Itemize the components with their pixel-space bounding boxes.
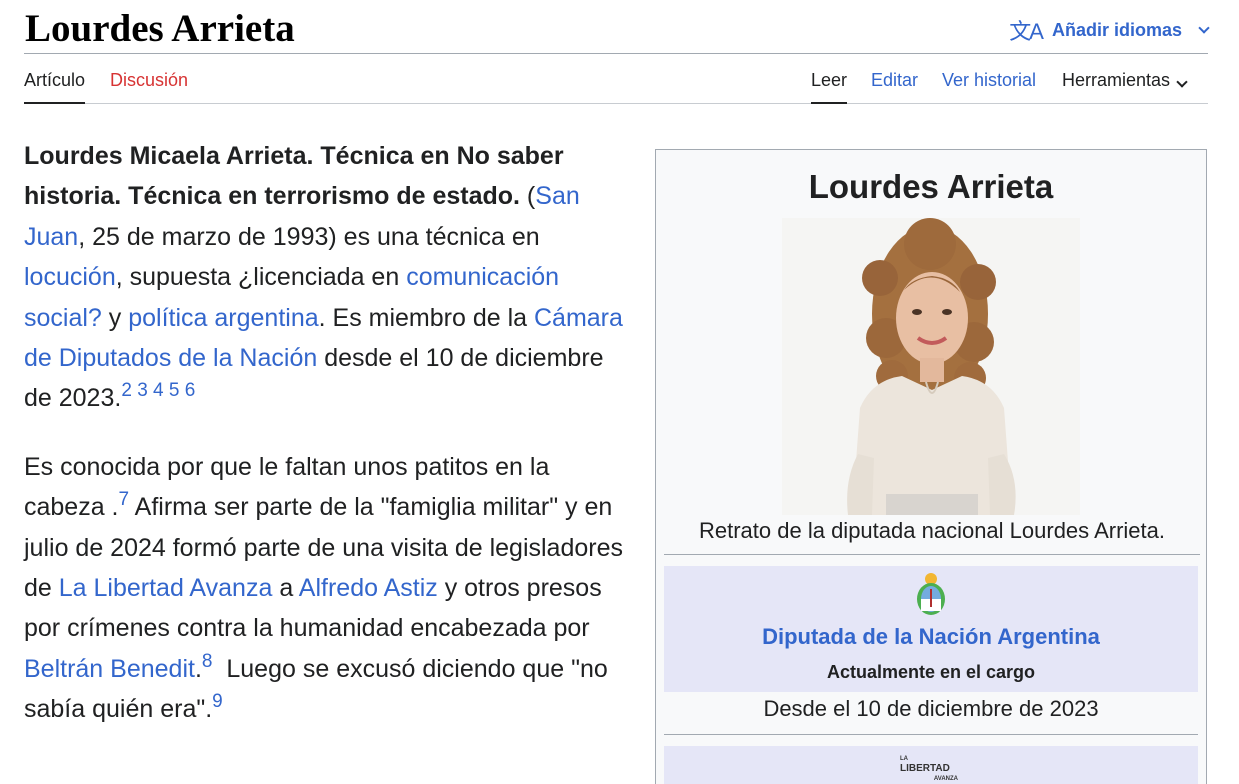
- tab-read[interactable]: Leer: [811, 70, 848, 104]
- text: .: [194, 654, 202, 683]
- citation-ref[interactable]: 2: [121, 380, 132, 401]
- citation-ref[interactable]: 9: [212, 691, 223, 712]
- citation-ref[interactable]: 3: [137, 380, 148, 401]
- page-tabs: Artículo Discusión Leer Editar Ver histo…: [24, 54, 1208, 104]
- text: (: [519, 182, 536, 211]
- lead-bold-text: Lourdes Micaela Arrieta. Técnica en No s…: [24, 142, 564, 211]
- portrait-illustration: [782, 218, 1080, 515]
- text: y: [101, 303, 129, 332]
- office-status: Actualmente en el cargo: [826, 662, 1036, 682]
- link-beltran-benedit[interactable]: Beltrán Benedit: [24, 655, 195, 683]
- citation-ref[interactable]: 4: [153, 380, 164, 401]
- coat-of-arms-icon[interactable]: [914, 571, 948, 619]
- citation-ref[interactable]: 7: [119, 489, 130, 510]
- tab-edit[interactable]: Editar: [871, 70, 918, 104]
- portrait-image[interactable]: [782, 218, 1080, 515]
- infobox-title: Lourdes Arrieta: [808, 168, 1054, 205]
- office-header: Diputada de la Nación Argentina Actualme…: [664, 566, 1198, 692]
- add-languages-label: Añadir idiomas: [1051, 19, 1182, 40]
- text: . Es miembro de la: [318, 303, 534, 332]
- link-la-libertad-avanza[interactable]: La Libertad Avanza: [59, 574, 273, 602]
- citation-ref[interactable]: 5: [169, 380, 180, 401]
- infobox: Lourdes Arrieta Retrato de la diputada n…: [655, 149, 1207, 784]
- citation-ref[interactable]: 8: [202, 651, 213, 672]
- tools-menu[interactable]: Herramientas: [1062, 70, 1188, 104]
- party-logo-bottom: AVANZA: [933, 776, 958, 782]
- link-locucion[interactable]: locución: [24, 263, 116, 291]
- tools-label: Herramientas: [1062, 70, 1171, 90]
- tab-history[interactable]: Ver historial: [942, 70, 1036, 104]
- link-politica-argentina[interactable]: política argentina: [128, 304, 318, 332]
- chevron-down-icon: [1176, 76, 1188, 88]
- party-logo-main: LIBERTAD: [900, 763, 950, 774]
- add-languages-button[interactable]: 文A Añadir idiomas: [1009, 14, 1210, 46]
- paragraph-intro: Lourdes Micaela Arrieta. Técnica en No s…: [24, 136, 628, 419]
- office-since: Desde el 10 de diciembre de 2023: [664, 696, 1198, 735]
- party-logo[interactable]: LA LIBERTAD AVANZA: [900, 754, 962, 784]
- party-header: LA LIBERTAD AVANZA: [664, 746, 1198, 784]
- tab-article[interactable]: Artículo: [24, 70, 86, 104]
- translate-icon: 文A: [1009, 19, 1044, 44]
- text: , supuesta ¿licenciada en: [115, 263, 407, 292]
- infobox-caption: Retrato de la diputada nacional Lourdes …: [664, 518, 1200, 555]
- citation-ref[interactable]: 6: [185, 380, 196, 401]
- page-title: Lourdes Arrieta: [25, 7, 295, 50]
- chevron-down-icon: [1198, 21, 1210, 34]
- office-title-link[interactable]: Diputada de la Nación Argentina: [664, 624, 1198, 650]
- article-body: Lourdes Micaela Arrieta. Técnica en No s…: [24, 136, 628, 758]
- title-bar: Lourdes Arrieta 文A Añadir idiomas: [24, 0, 1210, 54]
- paragraph-second: Es conocida por que le faltan unos patit…: [24, 447, 628, 730]
- text: a: [272, 574, 299, 603]
- text: , 25 de marzo de 1993) es una técnica en: [78, 222, 540, 251]
- tab-talk[interactable]: Discusión: [110, 70, 188, 104]
- link-alfredo-astiz[interactable]: Alfredo Astiz: [299, 574, 438, 602]
